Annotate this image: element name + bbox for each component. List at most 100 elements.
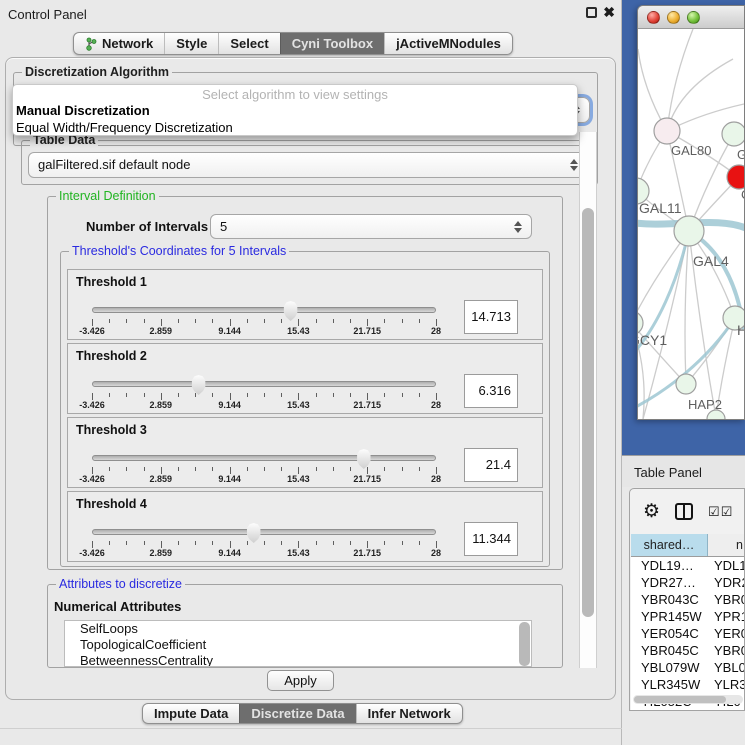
tick-label: 21.715 <box>353 548 381 558</box>
cell-shared-name: YBL079W <box>631 659 708 676</box>
table-row[interactable]: YBR043CYBR0 <box>631 591 744 608</box>
table-toolbar: ⚙ ☑☑ <box>630 489 744 534</box>
threshold-value-box[interactable]: 14.713 <box>464 300 518 334</box>
threshold-value-box[interactable]: 11.344 <box>464 522 518 556</box>
node-partial-right-top[interactable] <box>722 122 744 146</box>
slider-track[interactable] <box>92 381 436 387</box>
minimize-traffic-light[interactable] <box>667 11 680 24</box>
table-data-combo[interactable]: galFiltered.sif default node <box>28 152 588 178</box>
table-hscrollbar-thumb[interactable] <box>634 696 726 703</box>
tab-label: Cyni Toolbox <box>292 33 373 54</box>
node-table[interactable]: shared… n YDL19…YDL1YDR27…YDR2YBR043CYBR… <box>631 534 744 710</box>
table-data-group: Table Data galFiltered.sif default node <box>21 140 598 185</box>
slider-ticks <box>92 392 436 400</box>
table-row[interactable]: YLR345WYLR3 <box>631 676 744 693</box>
slider-track[interactable] <box>92 455 436 461</box>
column-header-name[interactable]: n <box>708 534 744 556</box>
control-panel-window: Control Panel ✖ NetworkStyleSelectCyni T… <box>0 0 622 745</box>
column-header-shared-name[interactable]: shared… <box>631 534 708 556</box>
node-label-partial-g: GA <box>737 147 744 162</box>
cell-name: YBL0 <box>708 659 744 676</box>
slider-track[interactable] <box>92 307 436 313</box>
tick-label: 9.144 <box>218 474 241 484</box>
float-window-icon[interactable] <box>586 7 597 18</box>
table-hscrollbar[interactable] <box>633 695 743 704</box>
cell-name: YLR3 <box>708 676 744 693</box>
node-label-gcy1: GCY1 <box>638 332 667 348</box>
tick-label: 9.144 <box>218 326 241 336</box>
column-layout-icon[interactable] <box>675 503 693 520</box>
cell-name: YER0 <box>708 625 744 642</box>
tick-label: 28 <box>431 548 441 558</box>
slider-tick-labels: -3.4262.8599.14415.4321.71528 <box>92 474 436 486</box>
attributes-group-label: Attributes to discretize <box>56 577 185 591</box>
slider-track[interactable] <box>92 529 436 535</box>
tick-label: 15.43 <box>287 548 310 558</box>
table-row[interactable]: YDL19…YDL1 <box>631 557 744 574</box>
table-panel-title: Table Panel <box>634 465 702 480</box>
list-item-selfloops[interactable]: SelfLoops <box>65 621 531 637</box>
tick-label: 9.144 <box>218 400 241 410</box>
node-gal4[interactable] <box>674 216 704 246</box>
node-red-selected[interactable] <box>727 165 744 189</box>
interval-definition-group: Interval Definition Number of Intervals … <box>47 196 563 570</box>
popup-item-manual-discretization[interactable]: Manual Discretization <box>16 103 574 118</box>
apply-button[interactable]: Apply <box>267 670 334 691</box>
combo-arrows-icon <box>570 159 578 171</box>
network-canvas[interactable]: GAL80 GA C GAL11 GAL4 GCY1 H HAP2 <box>638 29 744 419</box>
cell-name: YDL1 <box>708 557 744 574</box>
node-hap2[interactable] <box>676 374 696 394</box>
tab-label: Style <box>176 33 207 54</box>
popup-item-equal-width-frequency[interactable]: Equal Width/Frequency Discretization <box>16 120 574 135</box>
tick-label: 21.715 <box>353 326 381 336</box>
num-intervals-label: Number of Intervals <box>86 219 208 234</box>
tab-cyni-toolbox[interactable]: Cyni Toolbox <box>280 33 384 54</box>
num-intervals-combo[interactable]: 5 <box>210 214 532 239</box>
table-row[interactable]: YBR045CYBR0 <box>631 642 744 659</box>
table-row[interactable]: YBL079WYBL0 <box>631 659 744 676</box>
cell-shared-name: YPR145W <box>631 608 708 625</box>
select-columns-icon[interactable]: ☑☑ <box>708 504 733 520</box>
thresholds-group: Threshold's Coordinates for 5 Intervals … <box>60 251 550 567</box>
cell-shared-name: YBR043C <box>631 591 708 608</box>
threshold-label: Threshold 2 <box>76 349 147 363</box>
table-row[interactable]: YPR145WYPR1 <box>631 608 744 625</box>
cyni-toolbox-panel: Discretization Algorithm Table Data galF… <box>5 57 616 700</box>
zoom-traffic-light[interactable] <box>687 11 700 24</box>
attributes-group: Attributes to discretize Numerical Attri… <box>47 584 563 668</box>
tab-select[interactable]: Select <box>218 33 279 54</box>
panel-scrollbar-thumb[interactable] <box>582 208 594 617</box>
tab-label: Impute Data <box>154 703 228 724</box>
threshold-value-box[interactable]: 6.316 <box>464 374 518 408</box>
close-icon[interactable]: ✖ <box>603 4 615 21</box>
tab-label: Discretize Data <box>251 703 344 724</box>
tab-style[interactable]: Style <box>164 33 218 54</box>
num-intervals-value: 5 <box>220 219 227 234</box>
thresholds-group-label: Threshold's Coordinates for 5 Intervals <box>69 244 289 258</box>
table-row[interactable]: YDR27…YDR2 <box>631 574 744 591</box>
list-scrollbar[interactable] <box>519 622 530 666</box>
tab-network[interactable]: Network <box>74 33 164 54</box>
tab-infer-network[interactable]: Infer Network <box>356 704 462 723</box>
list-item-betweennesscentrality[interactable]: BetweennessCentrality <box>65 653 531 667</box>
tick-label: 28 <box>431 326 441 336</box>
threshold-label: Threshold 3 <box>76 423 147 437</box>
bottom-tab-bar: Impute Data Discretize Data Infer Network <box>142 703 463 724</box>
tab-label: Infer Network <box>368 703 451 724</box>
numerical-attributes-list[interactable]: SelfLoopsTopologicalCoefficientBetweenne… <box>64 620 532 667</box>
close-traffic-light[interactable] <box>647 11 660 24</box>
tab-impute-data[interactable]: Impute Data <box>143 704 239 723</box>
table-row[interactable]: YER054CYER0 <box>631 625 744 642</box>
slider-tick-labels: -3.4262.8599.14415.4321.71528 <box>92 400 436 412</box>
threshold-value-box[interactable]: 21.4 <box>464 448 518 482</box>
cell-shared-name: YBR045C <box>631 642 708 659</box>
node-gal80[interactable] <box>654 118 680 144</box>
tab-discretize-data[interactable]: Discretize Data <box>239 704 355 723</box>
tab-jactivemnodules[interactable]: jActiveMNodules <box>384 33 512 54</box>
network-window-titlebar[interactable] <box>638 6 744 29</box>
gear-icon[interactable]: ⚙ <box>643 502 660 521</box>
list-item-topologicalcoefficient[interactable]: TopologicalCoefficient <box>65 637 531 653</box>
tick-label: -3.426 <box>79 474 105 484</box>
tick-label: -3.426 <box>79 548 105 558</box>
slider-ticks <box>92 466 436 474</box>
